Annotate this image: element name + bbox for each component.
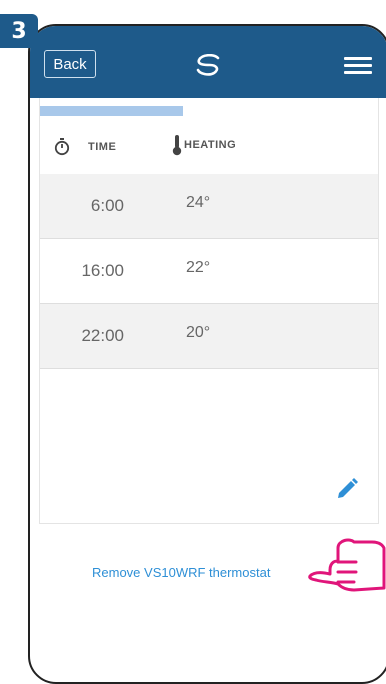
app-header: Back [30, 26, 386, 98]
schedule-row[interactable]: 16:00 22° [40, 239, 378, 303]
stopwatch-icon [54, 138, 70, 156]
step-badge: 3 [0, 14, 38, 48]
row-divider [40, 368, 378, 369]
row-temp: 22° [186, 259, 211, 276]
logo-swirl-icon [196, 54, 220, 76]
thermometer-icon [172, 135, 182, 156]
time-column-label: TIME [88, 141, 117, 153]
schedule-row[interactable]: 6:00 24° [40, 174, 378, 238]
progress-bar [40, 106, 183, 116]
remove-thermostat-link[interactable]: Remove VS10WRF thermostat [92, 565, 270, 580]
heating-column-header: HEATING [172, 134, 236, 156]
row-time: 22:00 [81, 326, 124, 345]
row-temp: 24° [186, 194, 211, 211]
heating-column-label: HEATING [184, 139, 237, 151]
schedule-row[interactable]: 22:00 20° [40, 304, 378, 368]
hamburger-menu-icon[interactable] [344, 57, 372, 74]
pencil-icon[interactable] [336, 478, 358, 500]
schedule-card: TIME HEATING 6:00 24° 16:00 22° 22:00 20… [39, 98, 379, 524]
back-button[interactable]: Back [44, 50, 96, 78]
row-time: 6:00 [90, 196, 124, 215]
row-temp: 20° [186, 324, 211, 341]
pointing-hand-icon [308, 538, 386, 592]
time-column-header: TIME [54, 138, 116, 156]
row-time: 16:00 [81, 261, 124, 280]
